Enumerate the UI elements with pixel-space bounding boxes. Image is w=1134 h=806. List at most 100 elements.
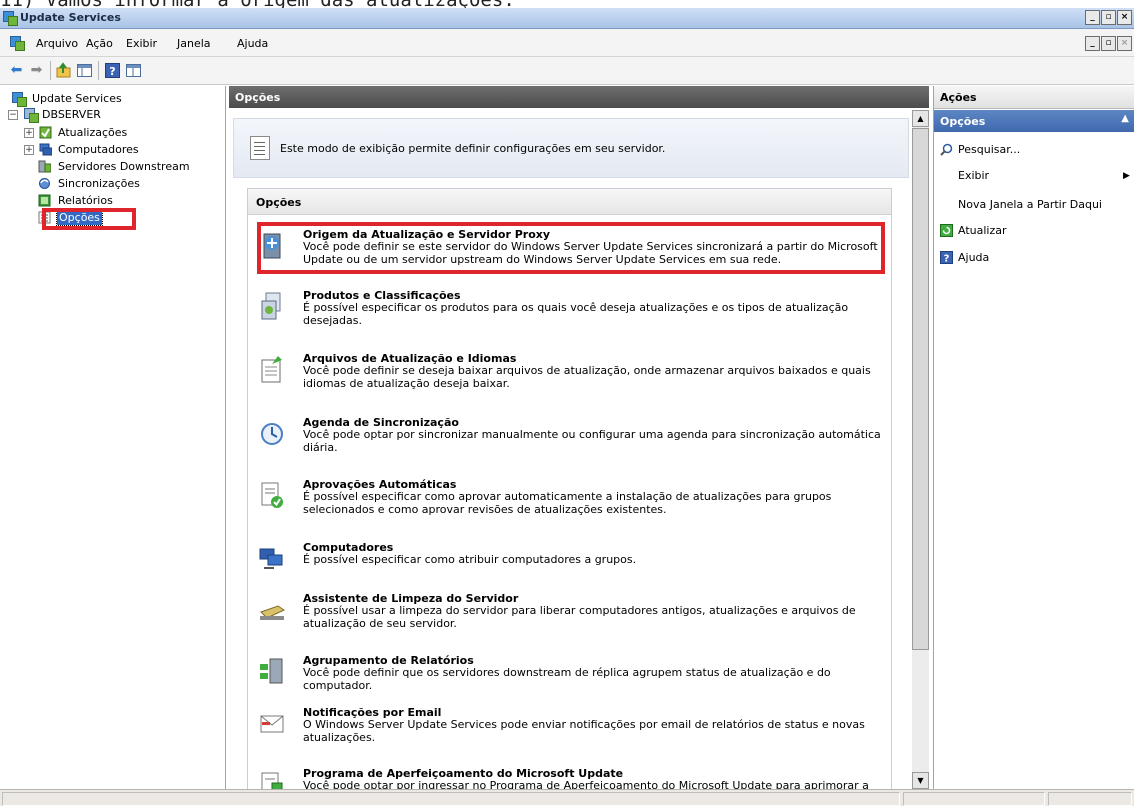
tree-item-computadores[interactable]: + Computadores <box>24 143 174 157</box>
menu-arquivo[interactable]: Arquivo <box>36 37 78 50</box>
menu-janela[interactable]: Janela <box>177 37 211 50</box>
forward-icon[interactable]: ➡ <box>28 62 45 79</box>
show-hide-tree-icon[interactable] <box>76 62 93 79</box>
option-products-classifications[interactable]: Produtos e Classificações É possível esp… <box>256 289 886 329</box>
reports-icon <box>38 194 51 207</box>
updates-icon <box>39 126 52 139</box>
console-icon[interactable] <box>10 36 25 51</box>
option-description: O Windows Server Update Services pode en… <box>303 718 865 744</box>
tree-item-servidores-downstream[interactable]: Servidores Downstream <box>38 160 218 174</box>
help-icon[interactable]: ? <box>104 62 121 79</box>
back-icon[interactable]: ⬅ <box>8 62 25 79</box>
option-update-source[interactable]: Origem da Atualização e Servidor Proxy V… <box>256 228 886 268</box>
action-ajuda[interactable]: ? Ajuda <box>940 250 1130 266</box>
option-description: É possível especificar como aprovar auto… <box>303 490 832 516</box>
minimize-button[interactable]: _ <box>1085 10 1100 25</box>
option-improvement-program[interactable]: Programa de Aperfeiçoamento do Microsoft… <box>256 767 886 789</box>
mdi-minimize-button[interactable]: _ <box>1085 36 1100 51</box>
vertical-scrollbar[interactable]: ▲ ▼ <box>912 110 929 789</box>
svg-text:?: ? <box>109 65 115 78</box>
menu-acao[interactable]: Ação <box>86 37 113 50</box>
center-title: Opções <box>235 91 281 104</box>
scroll-down-arrow-icon[interactable]: ▼ <box>912 772 929 789</box>
tree-item-atualizacoes[interactable]: + Atualizações <box>24 126 174 140</box>
tree-label: DBSERVER <box>42 108 101 121</box>
up-folder-icon[interactable] <box>55 62 72 79</box>
action-nova-janela[interactable]: Nova Janela a Partir Daqui <box>940 197 1130 213</box>
action-exibir[interactable]: Exibir ▶ <box>940 168 1130 184</box>
tree-label: Atualizações <box>58 126 128 139</box>
computers-icon <box>39 143 52 156</box>
tree-item-relatorios[interactable]: Relatórios <box>38 194 158 208</box>
tree-item-sincronizacoes[interactable]: Sincronizações <box>38 177 198 191</box>
option-description: É possível especificar como atribuir com… <box>303 553 637 566</box>
collapse-arrow-icon[interactable]: ▲ <box>1121 113 1129 124</box>
option-description: Você pode definir se deseja baixar arqui… <box>303 364 871 390</box>
action-atualizar[interactable]: Atualizar <box>940 223 1130 239</box>
cleanup-wizard-icon <box>260 605 286 620</box>
option-sync-schedule[interactable]: Agenda de Sincronização Você pode optar … <box>256 416 886 456</box>
options-header: Opções <box>248 189 891 215</box>
tree-item-dbserver[interactable]: − DBSERVER <box>8 108 128 123</box>
actions-section-opcoes[interactable]: Opções ▲ <box>934 110 1134 132</box>
option-email-notifications[interactable]: Notificações por Email O Windows Server … <box>256 706 886 746</box>
intro-text: Este modo de exibição permite definir co… <box>280 142 666 155</box>
synchronizations-icon <box>39 178 50 189</box>
option-description: É possível especificar os produtos para … <box>303 301 849 327</box>
tree-label: Update Services <box>32 92 122 105</box>
tree-item-opcoes[interactable]: Opções <box>38 210 118 226</box>
tree-label: Servidores Downstream <box>58 160 190 173</box>
mdi-restore-button[interactable]: ▫ <box>1101 36 1116 51</box>
option-description: Você pode optar por ingressar no Program… <box>303 779 869 789</box>
options-header-label: Opções <box>256 196 302 209</box>
close-button[interactable]: × <box>1117 10 1132 25</box>
menu-exibir[interactable]: Exibir <box>126 37 157 50</box>
status-bar <box>0 789 1134 806</box>
option-computers[interactable]: Computadores É possível especificar como… <box>256 541 886 571</box>
option-update-files-languages[interactable]: Arquivos de Atualização e Idiomas Você p… <box>256 352 886 392</box>
action-pesquisar[interactable]: Pesquisar... <box>940 142 1130 158</box>
option-description: É possível usar a limpeza do servidor pa… <box>303 604 856 630</box>
options-scroll-area[interactable]: Este modo de exibição permite definir co… <box>229 110 929 789</box>
actions-pane: Ações Opções ▲ Pesquisar... Exibir ▶ Nov… <box>933 86 1134 789</box>
option-cleanup-wizard[interactable]: Assistente de Limpeza do Servidor É poss… <box>256 592 886 632</box>
tree-label: Relatórios <box>58 194 113 207</box>
tree-label: Computadores <box>58 143 139 156</box>
options-list-icon <box>38 211 51 224</box>
intro-banner: Este modo de exibição permite definir co… <box>233 118 909 178</box>
option-description: Você pode definir se este servidor do Wi… <box>303 240 878 266</box>
update-source-icon <box>263 233 281 259</box>
auto-approval-icon <box>261 482 283 508</box>
computers-icon <box>259 548 283 569</box>
update-services-icon <box>3 11 18 26</box>
menu-bar: Arquivo Ação Exibir Janela Ajuda _ ▫ × <box>0 29 1134 57</box>
toolbar-separator <box>50 61 51 80</box>
update-services-icon <box>12 92 27 107</box>
action-label: Atualizar <box>958 224 1007 237</box>
tree-label-selected: Opções <box>56 210 103 226</box>
reporting-rollup-icon <box>260 658 283 684</box>
action-label: Ajuda <box>958 251 990 264</box>
collapse-icon[interactable]: − <box>8 110 18 120</box>
expand-icon[interactable]: + <box>24 128 34 138</box>
status-panel-2 <box>903 792 1045 806</box>
menu-ajuda[interactable]: Ajuda <box>237 37 268 50</box>
maximize-button[interactable]: ▫ <box>1101 10 1116 25</box>
option-description: Você pode definir que os servidores down… <box>303 666 831 692</box>
server-icon <box>24 108 39 123</box>
console-view-icon[interactable] <box>125 62 142 79</box>
document-list-icon <box>250 136 270 160</box>
mdi-close-button[interactable]: × <box>1117 36 1132 51</box>
submenu-arrow-icon: ▶ <box>1123 171 1130 181</box>
toolbar: ⬅ ➡ ? <box>0 57 1134 85</box>
search-icon <box>940 143 953 156</box>
scroll-thumb[interactable] <box>912 128 929 650</box>
console-tree: Update Services − DBSERVER + Atualizaçõe… <box>0 86 226 789</box>
scroll-up-arrow-icon[interactable]: ▲ <box>912 110 929 127</box>
options-panel: Opções Origem da Atualização e Servidor … <box>247 188 892 789</box>
window-title: Update Services <box>20 11 121 24</box>
expand-icon[interactable]: + <box>24 145 34 155</box>
downstream-servers-icon <box>38 160 51 173</box>
option-reporting-rollup[interactable]: Agrupamento de Relatórios Você pode defi… <box>256 654 886 692</box>
option-auto-approvals[interactable]: Aprovações Automáticas É possível especi… <box>256 478 886 518</box>
